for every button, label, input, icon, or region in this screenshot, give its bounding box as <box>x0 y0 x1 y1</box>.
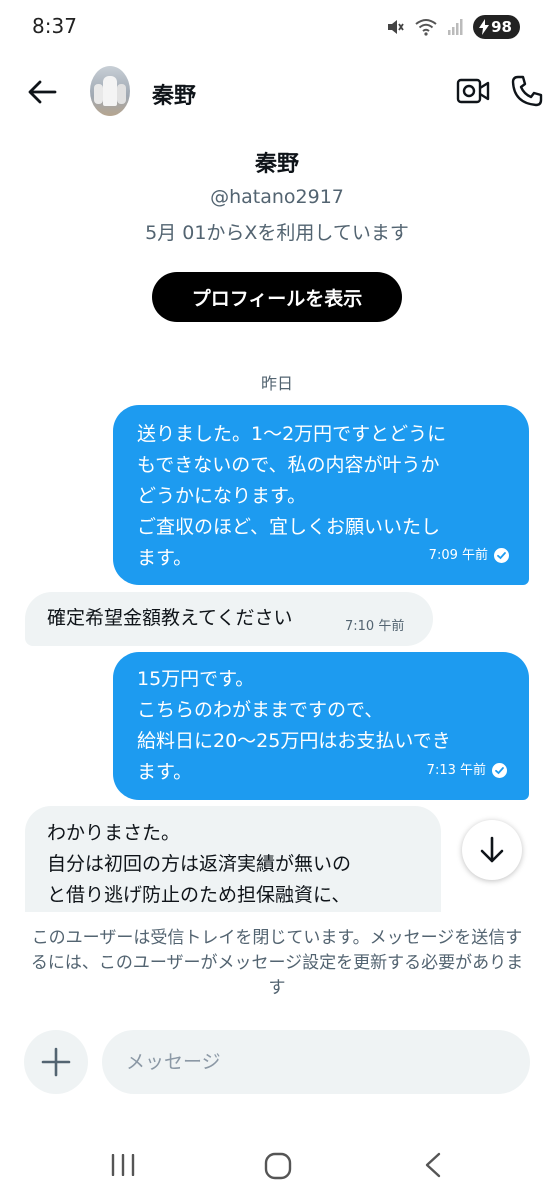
arrow-down-icon <box>480 836 504 863</box>
recent-apps-icon[interactable] <box>110 1154 136 1176</box>
phone-call-button[interactable] <box>510 74 544 108</box>
wifi-icon <box>415 19 437 36</box>
mute-icon <box>388 20 404 34</box>
battery-level: 98 <box>491 18 512 36</box>
profile-name: 秦野 <box>254 152 299 177</box>
view-profile-button[interactable]: プロフィールを表示 <box>152 272 402 322</box>
home-icon[interactable] <box>264 1152 292 1180</box>
notice-area: このユーザーは受信トレイを閉じています。メッセージを送信するには、このユーザーが… <box>0 912 554 1008</box>
add-attachment-button[interactable] <box>24 1030 88 1094</box>
message-time: 7:09 午前 <box>428 548 488 563</box>
plus-icon <box>41 1047 71 1077</box>
status-icons: 98 <box>385 15 520 39</box>
video-call-button[interactable] <box>456 76 490 106</box>
read-check-icon <box>492 763 507 778</box>
message-input[interactable] <box>102 1030 530 1094</box>
message-bubble-received[interactable]: 確定希望金額教えてください 7:10 午前 <box>25 592 433 646</box>
scroll-to-bottom-button[interactable] <box>462 820 522 880</box>
inbox-closed-notice: このユーザーは受信トレイを閉じています。メッセージを送信するには、このユーザーが… <box>30 928 524 998</box>
back-arrow-icon <box>28 80 57 104</box>
system-navigation-bar <box>0 1136 554 1200</box>
message-text: 確定希望金額教えてください <box>47 607 293 629</box>
header-username[interactable]: 秦野 <box>152 78 196 110</box>
avatar[interactable] <box>90 66 130 116</box>
message-text: わかりまさた。 自分は初回の方は返済実績が無いの と借り逃げ防止のため担保融資に… <box>47 822 352 906</box>
message-bubble-received[interactable]: わかりまさた。 自分は初回の方は返済実績が無いの と借り逃げ防止のため担保融資に… <box>25 806 441 926</box>
signal-icon <box>448 19 463 35</box>
status-time: 8:37 <box>32 14 77 38</box>
system-back-icon[interactable] <box>422 1152 444 1178</box>
message-timestamp: 7:09 午前 <box>429 540 509 571</box>
message-bubble-sent[interactable]: 送りました。1〜2万円ですとどうに もできないので、私の内容が叶うか どうかにな… <box>113 405 529 585</box>
message-composer <box>24 1030 530 1094</box>
date-separator: 昨日 <box>260 374 293 393</box>
profile-joined-date: 5月 01からXを利用しています <box>145 222 409 244</box>
status-bar: 8:37 98 <box>0 0 554 56</box>
profile-handle: @hatano2917 <box>210 186 344 208</box>
conversation-header: 秦野 <box>0 58 554 124</box>
back-button[interactable] <box>24 74 60 110</box>
message-time: 7:10 午前 <box>345 619 405 634</box>
video-call-icon <box>456 78 490 104</box>
battery-charging-icon <box>479 19 490 35</box>
message-time: 7:13 午前 <box>426 763 486 778</box>
read-check-icon <box>494 548 509 563</box>
phone-icon <box>511 75 543 107</box>
message-bubble-sent[interactable]: 15万円です。 こちらのわがままですので、 給料日に20〜25万円はお支払いでき… <box>113 652 529 800</box>
battery-indicator: 98 <box>473 15 520 39</box>
message-timestamp: 7:13 午前 <box>427 755 507 786</box>
